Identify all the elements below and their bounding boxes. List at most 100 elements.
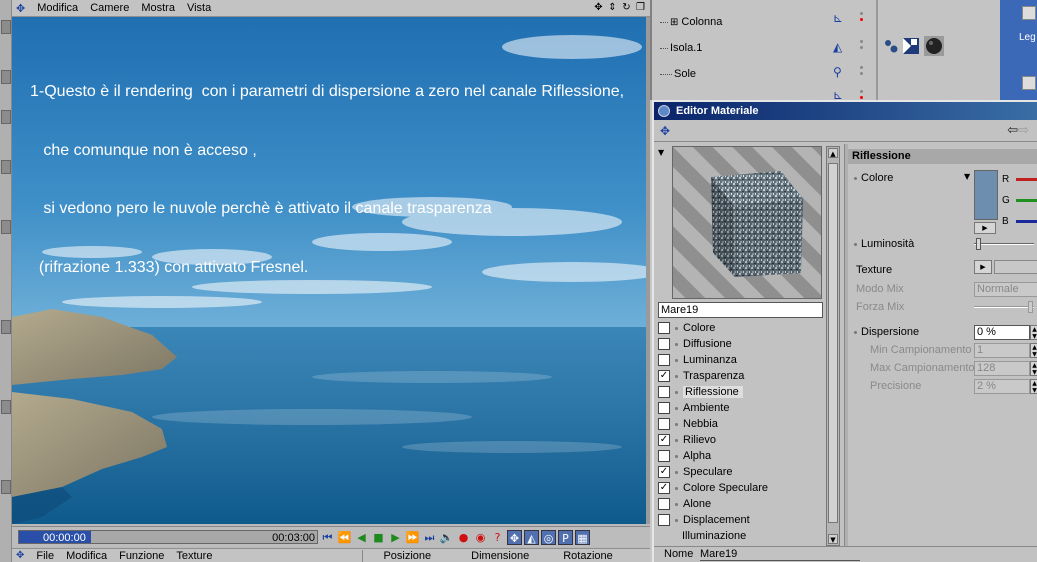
modo-mix-select[interactable]: Normale bbox=[974, 282, 1037, 297]
channel-checkbox[interactable] bbox=[658, 386, 670, 398]
scroll-down-icon[interactable]: ▼ bbox=[828, 534, 838, 544]
play-backward-icon[interactable]: ◀ bbox=[354, 530, 369, 545]
menu-mostra[interactable]: Mostra bbox=[141, 2, 175, 14]
rotate-view-icon[interactable]: ↻ bbox=[621, 2, 632, 13]
time-slider[interactable]: 00:00:00 00:03:00 bbox=[18, 530, 318, 544]
tool-button[interactable] bbox=[1, 480, 11, 494]
channel-displacement[interactable]: Displacement bbox=[658, 512, 824, 528]
g-slider[interactable] bbox=[1016, 199, 1037, 202]
scale-keys-icon[interactable]: ◭ bbox=[524, 530, 539, 545]
channel-alpha[interactable]: Alpha bbox=[658, 448, 824, 464]
precisione-spinner[interactable]: ▲ ▼ bbox=[1030, 379, 1037, 394]
channel-rilievo[interactable]: ✓ Rilievo bbox=[658, 432, 824, 448]
dispersione-spinner[interactable]: ▲ ▼ bbox=[1030, 325, 1037, 340]
menu-file[interactable]: File bbox=[36, 550, 54, 562]
tool-button[interactable] bbox=[1, 70, 11, 84]
play-forward-icon[interactable]: ▶ bbox=[388, 530, 403, 545]
maximize-view-icon[interactable]: ❐ bbox=[635, 2, 646, 13]
r-slider[interactable] bbox=[1016, 178, 1037, 181]
desktop-icon[interactable] bbox=[1022, 6, 1036, 20]
channel-checkbox[interactable] bbox=[658, 498, 670, 510]
channel-ambiente[interactable]: Ambiente bbox=[658, 400, 824, 416]
polygon-icon[interactable]: ◭ bbox=[833, 40, 847, 54]
back-arrow-icon[interactable]: ⇦ bbox=[1007, 123, 1018, 138]
channel-checkbox[interactable] bbox=[658, 322, 670, 334]
material-editor-titlebar[interactable]: Editor Materiale bbox=[654, 102, 1037, 120]
channel-illuminazione[interactable]: Illuminazione bbox=[658, 528, 824, 544]
tool-button[interactable] bbox=[1, 20, 11, 34]
tool-button[interactable] bbox=[1, 110, 11, 124]
desktop-icon[interactable] bbox=[1022, 76, 1036, 90]
name-value-field[interactable]: Mare19 bbox=[700, 548, 860, 561]
min-campionamento-spinner[interactable]: ▲ ▼ bbox=[1030, 343, 1037, 358]
pin-icon[interactable]: ✥ bbox=[660, 124, 670, 138]
channel-checkbox[interactable]: ✓ bbox=[658, 434, 670, 446]
next-key-icon[interactable]: ⏩ bbox=[405, 530, 420, 545]
move-view-icon[interactable]: ✥ bbox=[593, 2, 604, 13]
channel-trasparenza[interactable]: ✓ Trasparenza bbox=[658, 368, 824, 384]
light-icon[interactable]: ⚲ bbox=[833, 65, 847, 79]
zoom-view-icon[interactable]: ⇕ bbox=[607, 2, 618, 13]
record-icon[interactable]: ● bbox=[456, 530, 471, 545]
channel-checkbox[interactable] bbox=[658, 418, 670, 430]
channel-alone[interactable]: Alone bbox=[658, 496, 824, 512]
b-slider[interactable] bbox=[1016, 220, 1037, 223]
object-row-isola[interactable]: Isola.1 bbox=[660, 39, 702, 57]
material-name-field[interactable]: Mare19 bbox=[658, 302, 823, 318]
forward-arrow-icon[interactable]: ⇨ bbox=[1018, 123, 1029, 138]
color-dropdown-icon[interactable]: ▼ bbox=[964, 172, 970, 181]
tool-button[interactable] bbox=[1, 400, 11, 414]
dispersione-field[interactable]: 0 % bbox=[974, 325, 1030, 340]
channel-list-scrollbar[interactable]: ▲ ▼ bbox=[826, 146, 840, 546]
auto-key-icon[interactable]: ◉ bbox=[473, 530, 488, 545]
go-to-start-icon[interactable]: ⏮ bbox=[320, 530, 335, 545]
channel-checkbox[interactable]: ✓ bbox=[658, 466, 670, 478]
scroll-up-icon[interactable]: ▲ bbox=[828, 148, 838, 158]
channel-diffusione[interactable]: Diffusione bbox=[658, 336, 824, 352]
channel-colore-speculare[interactable]: ✓ Colore Speculare bbox=[658, 480, 824, 496]
rotate-keys-icon[interactable]: ◎ bbox=[541, 530, 556, 545]
channel-checkbox[interactable]: ✓ bbox=[658, 370, 670, 382]
material-preview[interactable] bbox=[672, 146, 822, 299]
tool-button[interactable] bbox=[1, 160, 11, 174]
menu-funzione[interactable]: Funzione bbox=[119, 550, 164, 562]
param-keys-icon[interactable]: P bbox=[558, 530, 573, 545]
menu-vista[interactable]: Vista bbox=[187, 2, 211, 14]
pin-icon[interactable]: ✥ bbox=[16, 550, 24, 561]
max-campionamento-field[interactable]: 128 bbox=[974, 361, 1030, 376]
channel-checkbox[interactable] bbox=[658, 402, 670, 414]
channel-nebbia[interactable]: Nebbia bbox=[658, 416, 824, 432]
expand-color-button[interactable]: ▶ bbox=[974, 222, 996, 234]
header-dimensione[interactable]: Dimensione bbox=[471, 550, 529, 562]
header-posizione[interactable]: Posizione bbox=[383, 550, 431, 562]
menu-camere[interactable]: Camere bbox=[90, 2, 129, 14]
header-rotazione[interactable]: Rotazione bbox=[563, 550, 613, 562]
channel-luminanza[interactable]: Luminanza bbox=[658, 352, 824, 368]
preview-menu-arrow-icon[interactable]: ▼ bbox=[658, 148, 664, 157]
visibility-dots[interactable] bbox=[860, 66, 864, 78]
channel-speculare[interactable]: ✓ Speculare bbox=[658, 464, 824, 480]
color-swatch[interactable] bbox=[974, 170, 998, 220]
help-icon[interactable]: ? bbox=[490, 530, 505, 545]
visibility-dots[interactable] bbox=[860, 40, 864, 52]
axis-icon[interactable]: ⊾ bbox=[833, 11, 847, 25]
texture-tag-icon[interactable] bbox=[884, 39, 898, 53]
render-view[interactable]: 1-Questo è il rendering con i parametri … bbox=[12, 17, 646, 524]
channel-riflessione[interactable]: Riflessione bbox=[658, 384, 824, 400]
channel-checkbox[interactable] bbox=[658, 338, 670, 350]
max-campionamento-spinner[interactable]: ▲ ▼ bbox=[1030, 361, 1037, 376]
texture-menu-button[interactable]: ▶ bbox=[974, 260, 992, 274]
forza-mix-slider-knob[interactable] bbox=[1028, 301, 1033, 313]
sphere-material-icon[interactable] bbox=[924, 36, 944, 56]
tool-button[interactable] bbox=[1, 220, 11, 234]
min-campionamento-field[interactable]: 1 bbox=[974, 343, 1030, 358]
channel-checkbox[interactable] bbox=[658, 354, 670, 366]
forza-mix-slider[interactable] bbox=[974, 306, 1034, 308]
channel-colore[interactable]: Colore bbox=[658, 320, 824, 336]
channel-checkbox[interactable] bbox=[658, 514, 670, 526]
luminosita-slider-knob[interactable] bbox=[976, 238, 981, 250]
material-tag-icon[interactable] bbox=[902, 37, 920, 55]
expand-icon[interactable]: ⊞ bbox=[670, 17, 678, 28]
menu-modifica[interactable]: Modifica bbox=[66, 550, 107, 562]
object-row-colonna[interactable]: ⊞ Colonna bbox=[660, 13, 722, 31]
